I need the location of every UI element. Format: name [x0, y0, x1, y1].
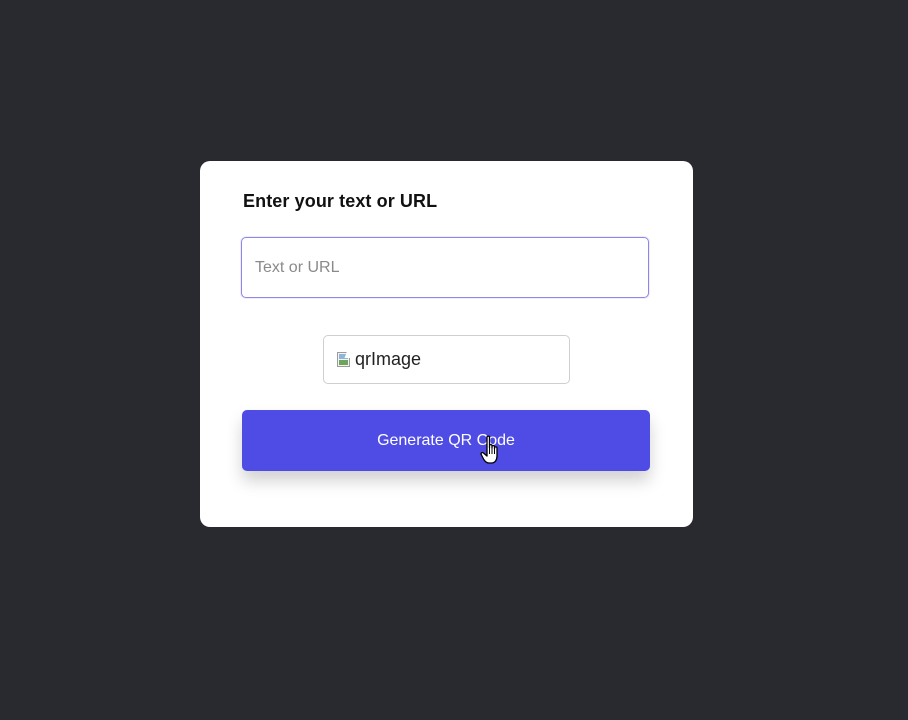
qr-image-alt-text: qrImage: [355, 349, 422, 369]
text-or-url-input[interactable]: [241, 237, 649, 298]
qr-generator-card: Enter your text or URL qrImage Generate …: [200, 161, 693, 527]
card-title: Enter your text or URL: [243, 191, 438, 211]
broken-image-icon: [336, 349, 355, 369]
generate-qr-code-button[interactable]: Generate QR Code: [242, 410, 650, 471]
qr-image-placeholder: qrImage: [323, 335, 570, 384]
app-background: Enter your text or URL qrImage Generate …: [0, 0, 908, 720]
